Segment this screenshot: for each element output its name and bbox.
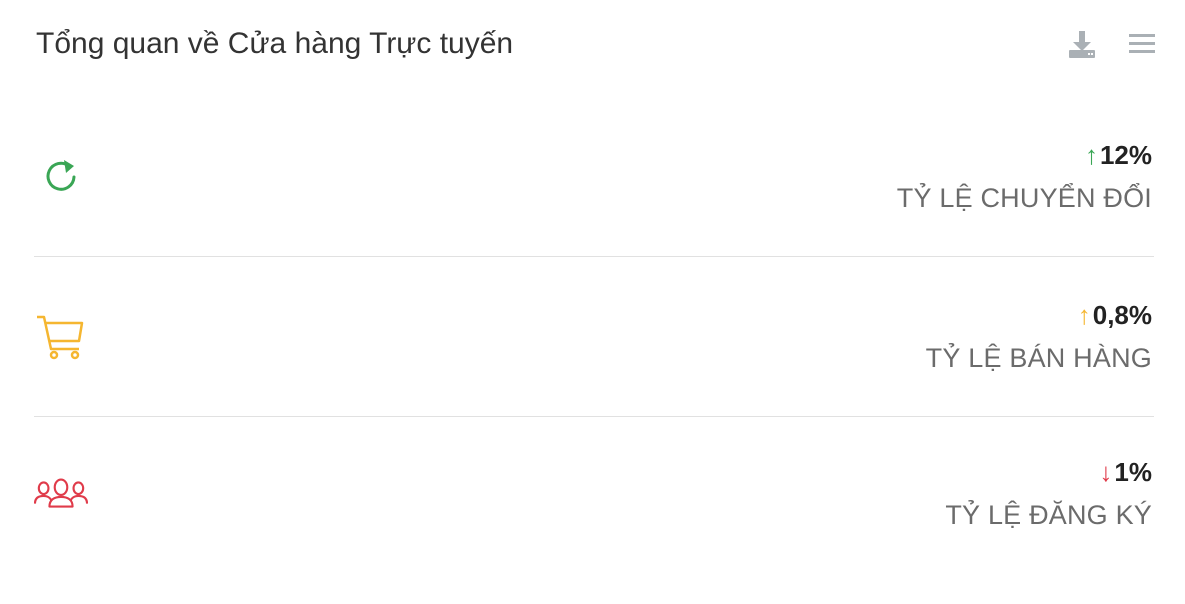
metric-block: ↑12% TỶ LỆ CHUYỂN ĐỔI	[897, 138, 1152, 218]
download-icon	[1069, 31, 1095, 58]
metric-row-signup: ↓1% TỶ LỆ ĐĂNG KÝ	[34, 415, 1154, 573]
header-actions	[1067, 28, 1157, 60]
metric-label: TỶ LỆ CHUYỂN ĐỔI	[896, 183, 1152, 213]
menu-button[interactable]	[1127, 28, 1157, 60]
metric-row-conversion: ↑12% TỶ LỆ CHUYỂN ĐỔI	[34, 98, 1154, 257]
up-arrow-icon: ↑	[1084, 140, 1098, 170]
refresh-icon	[46, 160, 76, 191]
up-arrow-icon: ↑	[1077, 300, 1091, 330]
menu-icon	[1129, 34, 1155, 53]
metric-value-text: 0,8%	[1092, 300, 1152, 330]
down-arrow-icon: ↓	[1099, 457, 1113, 487]
card-header: Tổng quan về Cửa hàng Trực tuyến	[36, 22, 1157, 66]
download-button[interactable]	[1067, 28, 1097, 60]
metric-value-text: 12%	[1099, 140, 1152, 170]
metric-icon-container	[34, 310, 88, 364]
cart-icon	[37, 315, 84, 360]
metric-label: TỶ LỆ ĐĂNG KÝ	[945, 500, 1152, 530]
metric-icon-container	[34, 150, 88, 204]
metric-label: TỶ LỆ BÁN HÀNG	[925, 343, 1152, 373]
metric-block: ↓1% TỶ LỆ ĐĂNG KÝ	[945, 455, 1152, 535]
metric-value: ↑0,8%	[926, 298, 1152, 332]
metric-block: ↑0,8% TỶ LỆ BÁN HÀNG	[926, 298, 1152, 378]
card-title: Tổng quan về Cửa hàng Trực tuyến	[36, 27, 514, 60]
metric-value: ↓1%	[945, 455, 1152, 489]
metric-icon-container	[34, 467, 88, 521]
metric-row-sales: ↑0,8% TỶ LỆ BÁN HÀNG	[34, 258, 1154, 417]
metric-value-text: 1%	[1114, 457, 1152, 487]
users-icon	[34, 478, 88, 508]
metric-value: ↑12%	[897, 138, 1152, 172]
